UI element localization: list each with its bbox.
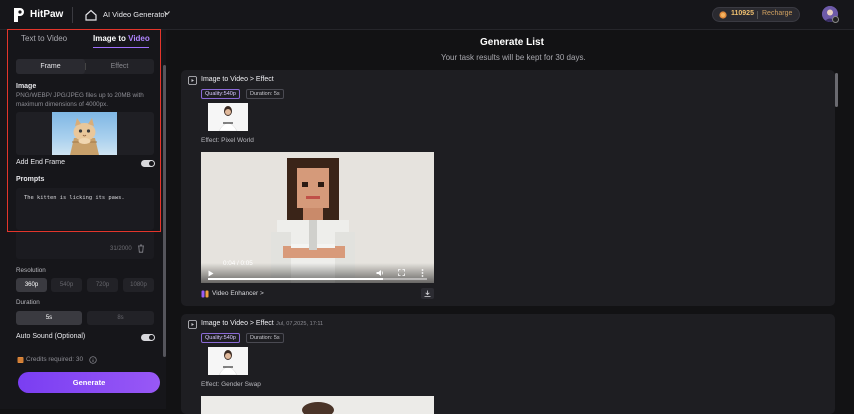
tab-image-to-video[interactable]: Image to Video: [93, 34, 150, 43]
effect-tab[interactable]: Effect: [85, 59, 154, 74]
top-bar: HitPaw AI Video Generator 110925 Recharg…: [0, 0, 854, 30]
main-scrollbar[interactable]: [835, 73, 838, 107]
image-upload-area[interactable]: [16, 112, 154, 155]
frame-effect-toggle: Frame Effect: [16, 59, 154, 74]
recharge-button[interactable]: Recharge: [762, 10, 792, 17]
home-icon[interactable]: [84, 8, 98, 22]
download-icon: [424, 290, 431, 297]
image-hint: PNG/WEBP/ JPG/JPEG files up to 20MB with…: [16, 92, 144, 108]
frame-tab[interactable]: Frame: [16, 59, 85, 74]
active-tab-underline: [93, 47, 149, 48]
task-card: Image to Video > Effect Quality:540p Dur…: [181, 70, 835, 306]
resolution-720p[interactable]: 720p: [87, 278, 118, 292]
tab-label: Image to: [93, 34, 129, 43]
fullscreen-icon[interactable]: [398, 269, 405, 276]
end-frame-label: Add End Frame: [16, 159, 66, 166]
volume-icon[interactable]: [376, 269, 384, 277]
video-player[interactable]: 0:04 / 0:05: [201, 152, 434, 283]
credit-balance: 110925: [731, 10, 754, 17]
sidebar-scrollbar[interactable]: [163, 65, 166, 357]
woman-thumbnail-image: [208, 347, 248, 375]
video-enhancer-link[interactable]: Video Enhancer >: [212, 290, 264, 297]
trash-icon[interactable]: [137, 244, 145, 253]
page-subtitle: Your task results will be kept for 30 da…: [441, 53, 586, 62]
uploaded-image: [52, 112, 117, 155]
duration-5s[interactable]: 5s: [16, 311, 82, 325]
video-player[interactable]: [201, 396, 434, 414]
resolution-360p[interactable]: 360p: [16, 278, 47, 292]
task-title: Image to Video > Effect: [201, 76, 274, 83]
credits-pill: 110925 Recharge: [712, 7, 800, 22]
credits-required: Credits required: 30: [26, 356, 84, 363]
source-thumbnail: [208, 103, 248, 131]
quality-badge: Quality:540p: [201, 89, 240, 99]
info-icon[interactable]: [89, 356, 97, 364]
resolution-label: Resolution: [16, 267, 46, 274]
page-title: Generate List: [480, 37, 544, 48]
resolution-540p[interactable]: 540p: [51, 278, 82, 292]
video-frame-preview: [201, 396, 434, 414]
more-options-icon[interactable]: [421, 269, 424, 277]
coins-icon: [17, 357, 24, 363]
image-label: Image: [16, 83, 37, 90]
tab-text-to-video[interactable]: Text to Video: [21, 34, 67, 43]
progress-fill: [208, 278, 384, 280]
video-task-icon: [188, 76, 197, 85]
quality-badge: Quality:540p: [201, 333, 240, 343]
divider: [757, 11, 758, 19]
chevron-down-icon[interactable]: [164, 10, 170, 16]
video-time: 0:04 / 0:05: [223, 260, 253, 267]
coin-icon: [719, 11, 727, 19]
prompt-textarea-footer: [16, 231, 154, 259]
effect-label: Effect: Gender Swap: [201, 381, 261, 388]
brand-name: HitPaw: [30, 9, 64, 20]
prompt-textarea[interactable]: The kitten is licking its paws.: [16, 188, 154, 230]
auto-sound-toggle[interactable]: [141, 334, 155, 341]
prompt-text: The kitten is licking its paws.: [24, 195, 125, 201]
prompts-label: Prompts: [16, 176, 45, 183]
hitpaw-logo-icon: [14, 8, 24, 22]
duration-badge: Duration: 5s: [246, 89, 284, 99]
duration-8s[interactable]: 8s: [87, 311, 154, 325]
resolution-1080p[interactable]: 1080p: [123, 278, 154, 292]
video-task-icon: [188, 320, 197, 329]
task-title: Image to Video > Effect: [201, 320, 274, 327]
task-card: Image to Video > Effect Jul, 07,2025, 17…: [181, 314, 835, 414]
woman-thumbnail-image: [208, 103, 248, 131]
status-dot: [832, 16, 839, 23]
download-button[interactable]: [421, 288, 434, 299]
char-count: 31/2000: [110, 246, 132, 252]
duration-badge: Duration: 5s: [246, 333, 284, 343]
auto-sound-label: Auto Sound (Optional): [16, 333, 86, 340]
video-enhancer-icon: [201, 290, 209, 298]
play-icon[interactable]: [208, 270, 214, 277]
source-thumbnail: [208, 347, 248, 375]
tab-label-accent: Video: [128, 34, 150, 43]
divider: [72, 7, 73, 23]
mode-tabs: Text to Video Image to Video: [9, 30, 159, 50]
task-date: Jul, 07,2025, 17:11: [276, 321, 324, 327]
app-selector-label[interactable]: AI Video Generator: [103, 10, 167, 19]
end-frame-toggle[interactable]: [141, 160, 155, 167]
generate-button[interactable]: Generate: [18, 372, 160, 393]
kitten-image: [70, 118, 99, 155]
duration-label: Duration: [16, 299, 40, 306]
effect-label: Effect: Pixel World: [201, 137, 254, 144]
